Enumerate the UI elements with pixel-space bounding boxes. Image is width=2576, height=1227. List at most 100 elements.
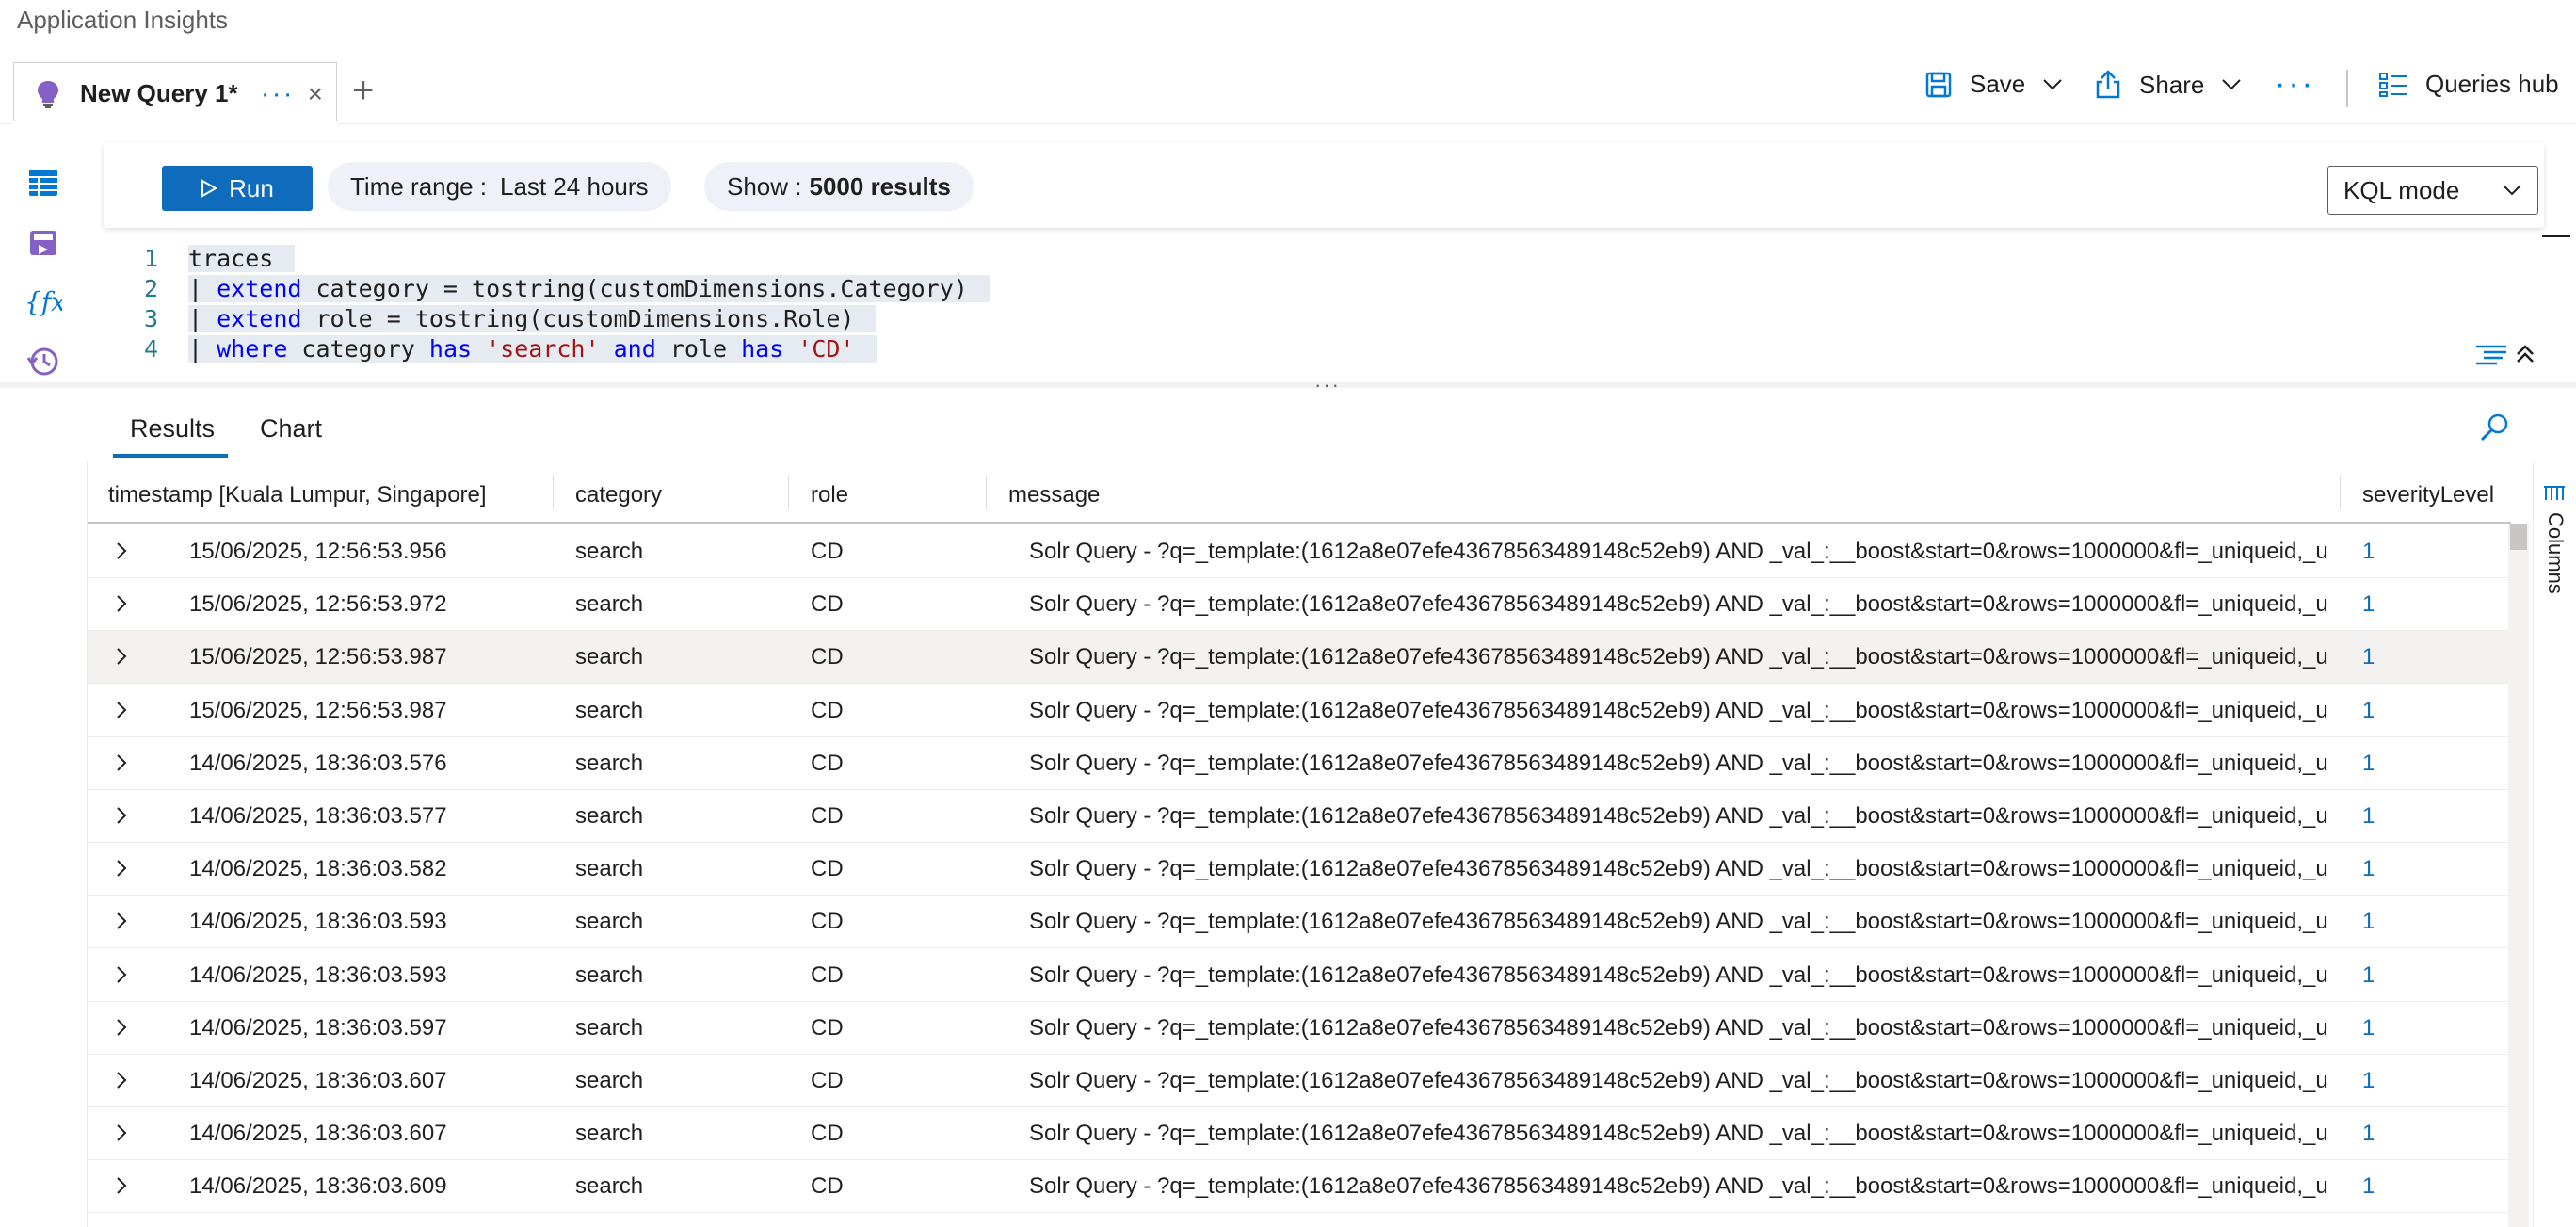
queries-hub-label: Queries hub bbox=[2425, 70, 2559, 98]
editor-results-splitter[interactable] bbox=[0, 382, 2576, 388]
column-header-role[interactable]: role bbox=[811, 482, 848, 509]
tables-icon[interactable] bbox=[24, 164, 62, 202]
cell-severity-level: 1 bbox=[2362, 1068, 2375, 1093]
cell-message: Solr Query - ?q=_template:(1612a8e07efe4… bbox=[1029, 909, 2328, 935]
chevron-right-icon[interactable] bbox=[114, 752, 129, 773]
search-icon[interactable] bbox=[2478, 411, 2512, 444]
play-icon bbox=[201, 179, 218, 198]
table-row[interactable]: 15/06/2025, 12:56:53.987 search CD Solr Que… bbox=[88, 631, 2511, 685]
table-row[interactable]: 14/06/2025, 18:36:03.582 search CD Solr Que… bbox=[88, 843, 2511, 896]
time-range-value: Last 24 hours bbox=[499, 171, 649, 201]
cell-role: CD bbox=[811, 539, 844, 564]
column-header-message[interactable]: message bbox=[1008, 482, 1100, 509]
share-label: Share bbox=[2139, 70, 2205, 99]
column-resizer[interactable] bbox=[986, 475, 987, 510]
cell-role: CD bbox=[811, 1173, 844, 1200]
collapse-editor-icon[interactable] bbox=[2514, 343, 2536, 365]
line-number: 4 bbox=[143, 334, 158, 363]
chevron-right-icon[interactable] bbox=[114, 858, 129, 879]
column-resizer[interactable] bbox=[553, 475, 554, 510]
table-row[interactable]: 14/06/2025, 18:36:03.577 search CD Solr Que… bbox=[88, 790, 2511, 843]
line-number: 3 bbox=[143, 304, 158, 332]
scrollbar-thumb[interactable] bbox=[2510, 524, 2527, 550]
queries-hub-button[interactable]: Queries hub bbox=[2378, 70, 2559, 99]
share-button[interactable]: Share bbox=[2094, 70, 2259, 100]
cell-role: CD bbox=[811, 644, 844, 670]
active-tab-indicator bbox=[113, 454, 228, 458]
code-text: | extend category = tostring(customDimen… bbox=[188, 274, 968, 302]
history-icon[interactable] bbox=[24, 343, 62, 380]
mode-value: KQL mode bbox=[2343, 175, 2460, 204]
cell-role: CD bbox=[811, 1014, 844, 1041]
chevron-right-icon[interactable] bbox=[114, 1122, 129, 1143]
tab-new-query[interactable]: New Query 1* ··· × bbox=[13, 62, 337, 124]
cell-message: Solr Query - ?q=_template:(1612a8e07efe4… bbox=[1029, 856, 2328, 882]
chevron-right-icon[interactable] bbox=[114, 805, 129, 826]
tab-chart[interactable]: Chart bbox=[260, 414, 322, 444]
app-title: Application Insights bbox=[17, 6, 229, 34]
run-button[interactable]: Run bbox=[162, 166, 313, 211]
chevron-right-icon[interactable] bbox=[114, 911, 129, 931]
column-resizer[interactable] bbox=[2340, 475, 2341, 510]
vertical-scrollbar[interactable] bbox=[2508, 524, 2529, 1227]
chevron-right-icon[interactable] bbox=[114, 541, 129, 561]
chevron-right-icon[interactable] bbox=[114, 700, 129, 720]
save-label: Save bbox=[1970, 70, 2026, 98]
results-grid: timestamp [Kuala Lumpur, Singapore] cate… bbox=[87, 461, 2511, 1227]
share-icon bbox=[2096, 70, 2120, 99]
code-line: | extend role = tostring(customDimension… bbox=[188, 304, 877, 332]
table-row[interactable]: 14/06/2025, 18:36:03.607 search CD Solr Que… bbox=[88, 1107, 2511, 1161]
chevron-right-icon[interactable] bbox=[114, 646, 129, 667]
column-resizer[interactable] bbox=[788, 475, 789, 510]
cell-category: search bbox=[575, 1173, 644, 1200]
add-tab-button[interactable]: + bbox=[352, 70, 374, 112]
columns-label: Columns bbox=[2544, 512, 2568, 594]
chevron-right-icon[interactable] bbox=[114, 1175, 129, 1196]
table-row[interactable]: 15/06/2025, 12:56:53.956 search CD Solr Que… bbox=[88, 525, 2511, 578]
column-header-category[interactable]: category bbox=[575, 482, 662, 509]
cell-severity-level: 1 bbox=[2362, 803, 2375, 829]
more-commands-button[interactable]: ··· bbox=[2275, 66, 2315, 103]
tab-bar-border bbox=[0, 123, 2576, 124]
columns-panel[interactable]: Columns bbox=[2533, 461, 2576, 1227]
save-button[interactable]: Save bbox=[1924, 70, 2080, 99]
table-row[interactable]: 15/06/2025, 12:56:53.987 search CD Solr Que… bbox=[88, 685, 2511, 737]
cell-category: search bbox=[575, 1014, 644, 1041]
cell-category: search bbox=[575, 750, 644, 776]
table-row[interactable]: 14/06/2025, 18:36:03.607 search CD Solr Que… bbox=[88, 1055, 2511, 1107]
table-row[interactable]: 14/06/2025, 18:36:03.593 search CD Solr Que… bbox=[88, 896, 2511, 949]
cell-role: CD bbox=[811, 750, 844, 776]
column-header-timestamp[interactable]: timestamp [Kuala Lumpur, Singapore] bbox=[108, 482, 487, 509]
queries-icon[interactable] bbox=[24, 224, 62, 262]
time-range-picker[interactable]: Time range : Last 24 hours bbox=[328, 162, 671, 211]
tab-more-button[interactable]: ··· bbox=[261, 79, 295, 107]
cell-timestamp: 15/06/2025, 12:56:53.956 bbox=[189, 539, 447, 564]
chevron-down-icon bbox=[2503, 185, 2521, 196]
chevron-right-icon[interactable] bbox=[114, 1070, 129, 1090]
table-row[interactable]: 14/06/2025, 18:36:03.593 search CD Solr Que… bbox=[88, 949, 2511, 1002]
table-row[interactable]: 14/06/2025, 18:36:03.576 search CD Solr Que… bbox=[88, 737, 2511, 790]
cell-message: Solr Query - ?q=_template:(1612a8e07efe4… bbox=[1029, 1121, 2328, 1147]
close-tab-icon[interactable]: × bbox=[308, 79, 323, 109]
cell-role: CD bbox=[811, 1121, 844, 1147]
functions-icon[interactable]: {fx} bbox=[24, 283, 62, 320]
chevron-right-icon[interactable] bbox=[114, 593, 129, 614]
mode-dropdown[interactable]: KQL mode bbox=[2327, 166, 2538, 215]
chevron-right-icon[interactable] bbox=[114, 964, 129, 985]
chevron-down-icon bbox=[2222, 79, 2242, 90]
column-header-severity-level[interactable]: severityLevel bbox=[2362, 482, 2494, 509]
table-row[interactable]: 15/06/2025, 12:56:53.972 search CD Solr Que… bbox=[88, 578, 2511, 632]
svg-text:{fx}: {fx} bbox=[24, 286, 62, 317]
chevron-right-icon[interactable] bbox=[114, 1017, 129, 1038]
table-row[interactable]: 14/06/2025, 18:36:03.609 search CD Solr Que… bbox=[88, 1160, 2511, 1214]
tab-results[interactable]: Results bbox=[130, 414, 215, 444]
tab-active-indicator bbox=[13, 121, 337, 124]
table-row[interactable]: 14/06/2025, 18:36:03.597 search CD Solr Que… bbox=[88, 1002, 2511, 1055]
tab-label: New Query 1* bbox=[80, 79, 238, 107]
cell-category: search bbox=[575, 961, 644, 988]
splitter-handle[interactable]: ··· bbox=[1314, 373, 1341, 397]
format-query-icon[interactable] bbox=[2474, 343, 2508, 365]
editor-line: 4 | where category has 'search' and role… bbox=[104, 333, 877, 363]
result-limit-picker[interactable]: Show : 5000 results bbox=[704, 162, 974, 211]
query-editor[interactable]: 1 traces 2 | extend category = tostring(… bbox=[104, 237, 2552, 379]
